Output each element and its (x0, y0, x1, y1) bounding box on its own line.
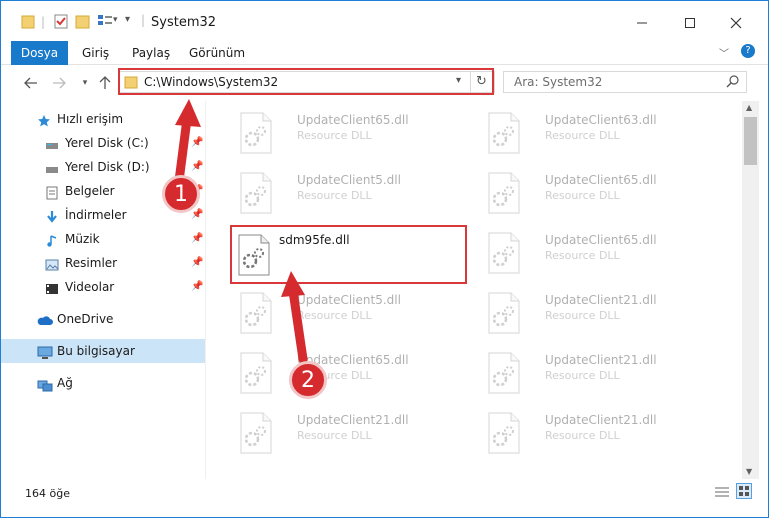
step-badge-1: 1 (162, 175, 200, 213)
annotation-arrows (174, 99, 308, 364)
step-badge-2: 2 (289, 361, 327, 399)
explorer-window: | ▾ ▾ | System32 Dosya Giriş Paylaş Görü… (0, 0, 769, 518)
